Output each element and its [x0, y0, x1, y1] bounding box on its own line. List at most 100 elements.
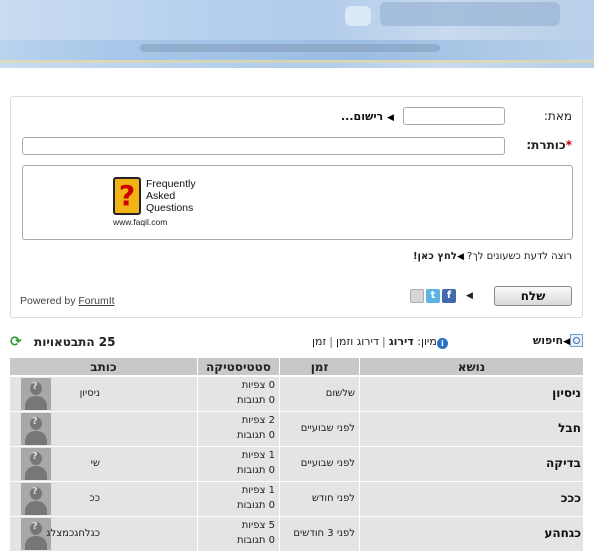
time-cell: שלשום — [280, 377, 360, 411]
search-link[interactable]: ◀חיפוש — [533, 334, 583, 347]
header-time[interactable]: זמן — [280, 358, 360, 375]
topic-cell: כגחהע — [360, 517, 583, 551]
avatar-placeholder-icon[interactable]: ? — [21, 413, 51, 445]
stats-cell: 2 צפיות 0 תגובות — [198, 412, 280, 446]
table-row[interactable]: ? 2 צפיות 0 תגובות לפני שבועיים חבל — [10, 412, 583, 446]
arrow-left-icon: ◀ — [456, 252, 464, 262]
avatar-placeholder-icon[interactable]: ? — [21, 483, 51, 515]
writer-name[interactable]: ניסיון — [80, 388, 100, 399]
replies-count: 0 תגובות — [236, 395, 275, 406]
powered-prefix: Powered by — [20, 295, 76, 307]
banner-blur-area — [380, 2, 560, 26]
table-row[interactable]: ? ניסיון 0 צפיות 0 תגובות שלשום ניסיון — [10, 377, 583, 411]
header-topic[interactable]: נושא — [360, 358, 583, 375]
sort-separator: | — [381, 335, 386, 348]
faq-image: ? Frequently Asked Questions www.faqil.c… — [103, 175, 203, 227]
banner-blur-text — [140, 44, 440, 52]
replies-count: 25 התבטאויות — [34, 335, 116, 349]
sort-label: מיון: — [417, 335, 437, 348]
banner-blur-area — [345, 6, 371, 26]
topics-toolbar: ⟳ 25 התבטאויות iמיון: דירוג|דירוג וזמן|ז… — [10, 334, 583, 352]
send-button[interactable]: שלח — [494, 286, 572, 306]
site-banner — [0, 0, 594, 68]
question-mark-faq-icon: ? — [113, 177, 141, 215]
notify-click-here-link[interactable]: לחץ כאן! — [413, 251, 457, 262]
notify-text: רוצה לדעת כשעונים לך? — [467, 251, 572, 262]
topic-cell: חבל — [360, 412, 583, 446]
writer-name[interactable]: ככ — [89, 493, 100, 504]
reply-form: מאת: ◀ רישום... *כותרת: ? Frequently Ask… — [10, 96, 583, 318]
stats-cell: 0 צפיות 0 תגובות — [198, 377, 280, 411]
banner-divider — [0, 60, 594, 63]
message-textarea[interactable]: ? Frequently Asked Questions www.faqil.c… — [22, 165, 573, 240]
views-count: 1 צפיות — [241, 485, 275, 496]
writer-name[interactable]: כגלחגכמצלג — [46, 528, 100, 539]
views-count: 5 צפיות — [241, 520, 275, 531]
time-cell: לפני 3 חודשים — [280, 517, 360, 551]
from-input[interactable] — [403, 107, 505, 125]
topic-link[interactable]: כגחהע — [544, 526, 581, 540]
facebook-icon[interactable]: f — [442, 289, 456, 303]
subject-input[interactable] — [22, 137, 505, 155]
powered-by: Powered by ForumIt — [20, 295, 115, 307]
header-stats[interactable]: סטטיסטיקה — [198, 358, 280, 375]
forumit-link[interactable]: ForumIt — [78, 295, 114, 307]
required-mark: * — [565, 138, 572, 152]
time-cell: לפני שבועיים — [280, 412, 360, 446]
table-row[interactable]: ? כגלחגכמצלג 5 צפיות 0 תגובות לפני 3 חוד… — [10, 517, 583, 551]
table-header: כותב סטטיסטיקה זמן נושא — [10, 358, 583, 376]
views-count: 0 צפיות — [241, 380, 275, 391]
time-text: לפני 3 חודשים — [293, 528, 355, 539]
writer-cell: ? ככ — [10, 482, 198, 516]
writer-cell: ? ניסיון — [10, 377, 198, 411]
topics-table: כותב סטטיסטיקה זמן נושא ? ניסיון 0 צפיות… — [10, 358, 583, 551]
register-link-label: רישום... — [341, 110, 384, 123]
avatar-placeholder-icon[interactable]: ? — [21, 448, 51, 480]
search-label: חיפוש — [532, 334, 564, 347]
table-row[interactable]: ? ככ 1 צפיות 0 תגובות לפני חודש כככ — [10, 482, 583, 516]
subject-label-text: כותרת: — [526, 138, 566, 152]
avatar-placeholder-icon[interactable]: ? — [21, 378, 51, 410]
arrow-left-icon: ◀ — [466, 291, 473, 301]
replies-count: 0 תגובות — [236, 500, 275, 511]
info-icon[interactable]: i — [436, 338, 448, 349]
faq-url: www.faqil.com — [113, 217, 168, 227]
sort-option-rating[interactable]: דירוג — [389, 335, 414, 348]
refresh-icon[interactable]: ⟳ — [10, 335, 24, 349]
table-row[interactable]: ? שי 1 צפיות 0 תגובות לפני שבועיים בדיקה — [10, 447, 583, 481]
views-count: 2 צפיות — [241, 415, 275, 426]
stats-cell: 1 צפיות 0 תגובות — [198, 482, 280, 516]
subject-label: *כותרת: — [526, 138, 572, 152]
time-text: לפני שבועיים — [300, 458, 355, 469]
replies-count: 0 תגובות — [236, 535, 275, 546]
sort-option-rating-time[interactable]: דירוג וזמן — [336, 335, 379, 348]
sort-controls: iמיון: דירוג|דירוג וזמן|זמן — [312, 335, 448, 349]
time-cell: לפני חודש — [280, 482, 360, 516]
stats-cell: 1 צפיות 0 תגובות — [198, 447, 280, 481]
topic-cell: כככ — [360, 482, 583, 516]
sort-option-time[interactable]: זמן — [312, 335, 326, 348]
writer-cell: ? כגלחגכמצלג — [10, 517, 198, 551]
time-text: לפני חודש — [311, 493, 355, 504]
topic-link[interactable]: בדיקה — [546, 456, 581, 470]
header-writer[interactable]: כותב — [10, 358, 198, 375]
mail-icon[interactable] — [410, 289, 424, 303]
writer-cell: ? — [10, 412, 198, 446]
from-label: מאת: — [543, 109, 572, 123]
faq-text: Frequently Asked Questions — [146, 178, 196, 214]
topic-cell: ניסיון — [360, 377, 583, 411]
topic-link[interactable]: חבל — [558, 421, 581, 435]
search-icon — [570, 334, 583, 347]
arrow-left-icon: ◀ — [387, 113, 394, 123]
writer-name[interactable]: שי — [91, 458, 100, 469]
sort-separator: | — [329, 335, 333, 348]
time-text: שלשום — [325, 388, 355, 399]
stats-cell: 5 צפיות 0 תגובות — [198, 517, 280, 551]
register-link[interactable]: ◀ רישום... — [341, 110, 394, 123]
time-cell: לפני שבועיים — [280, 447, 360, 481]
twitter-icon[interactable]: t — [426, 289, 440, 303]
replies-count: 0 תגובות — [236, 465, 275, 476]
topic-link[interactable]: ניסיון — [552, 386, 581, 400]
topic-link[interactable]: כככ — [561, 491, 581, 505]
time-text: לפני שבועיים — [300, 423, 355, 434]
